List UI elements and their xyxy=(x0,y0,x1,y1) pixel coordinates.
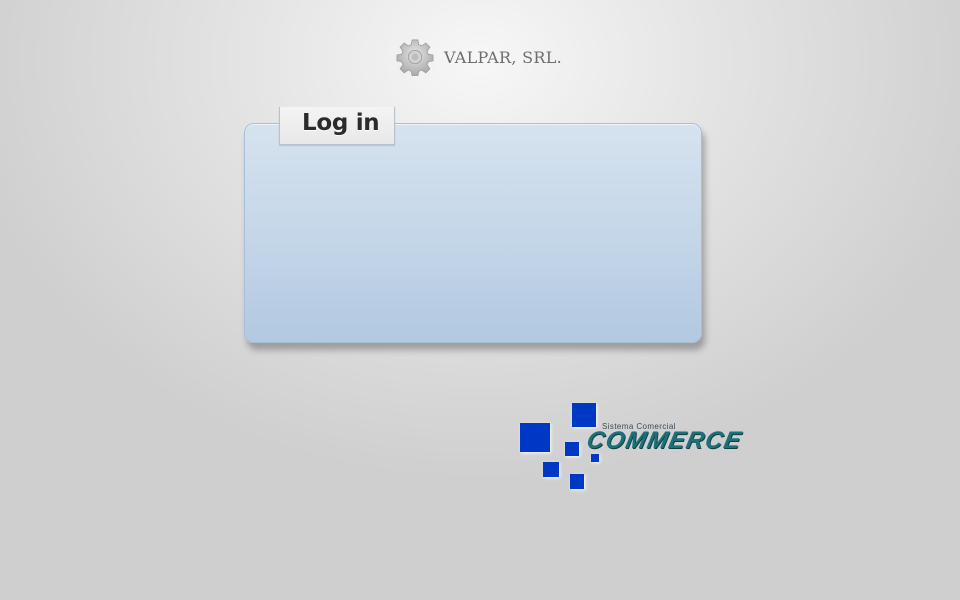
login-panel xyxy=(244,123,702,343)
company-name: VALPAR, SRL. xyxy=(444,47,563,67)
company-header: VALPAR, SRL. xyxy=(396,38,562,76)
logo-name: COMMERCE xyxy=(584,427,745,454)
login-title: Log in xyxy=(302,110,380,136)
login-tab: Log in xyxy=(279,107,395,145)
gear-icon xyxy=(396,39,434,76)
commerce-logo: Sistema Comercial COMMERCE xyxy=(515,400,815,495)
